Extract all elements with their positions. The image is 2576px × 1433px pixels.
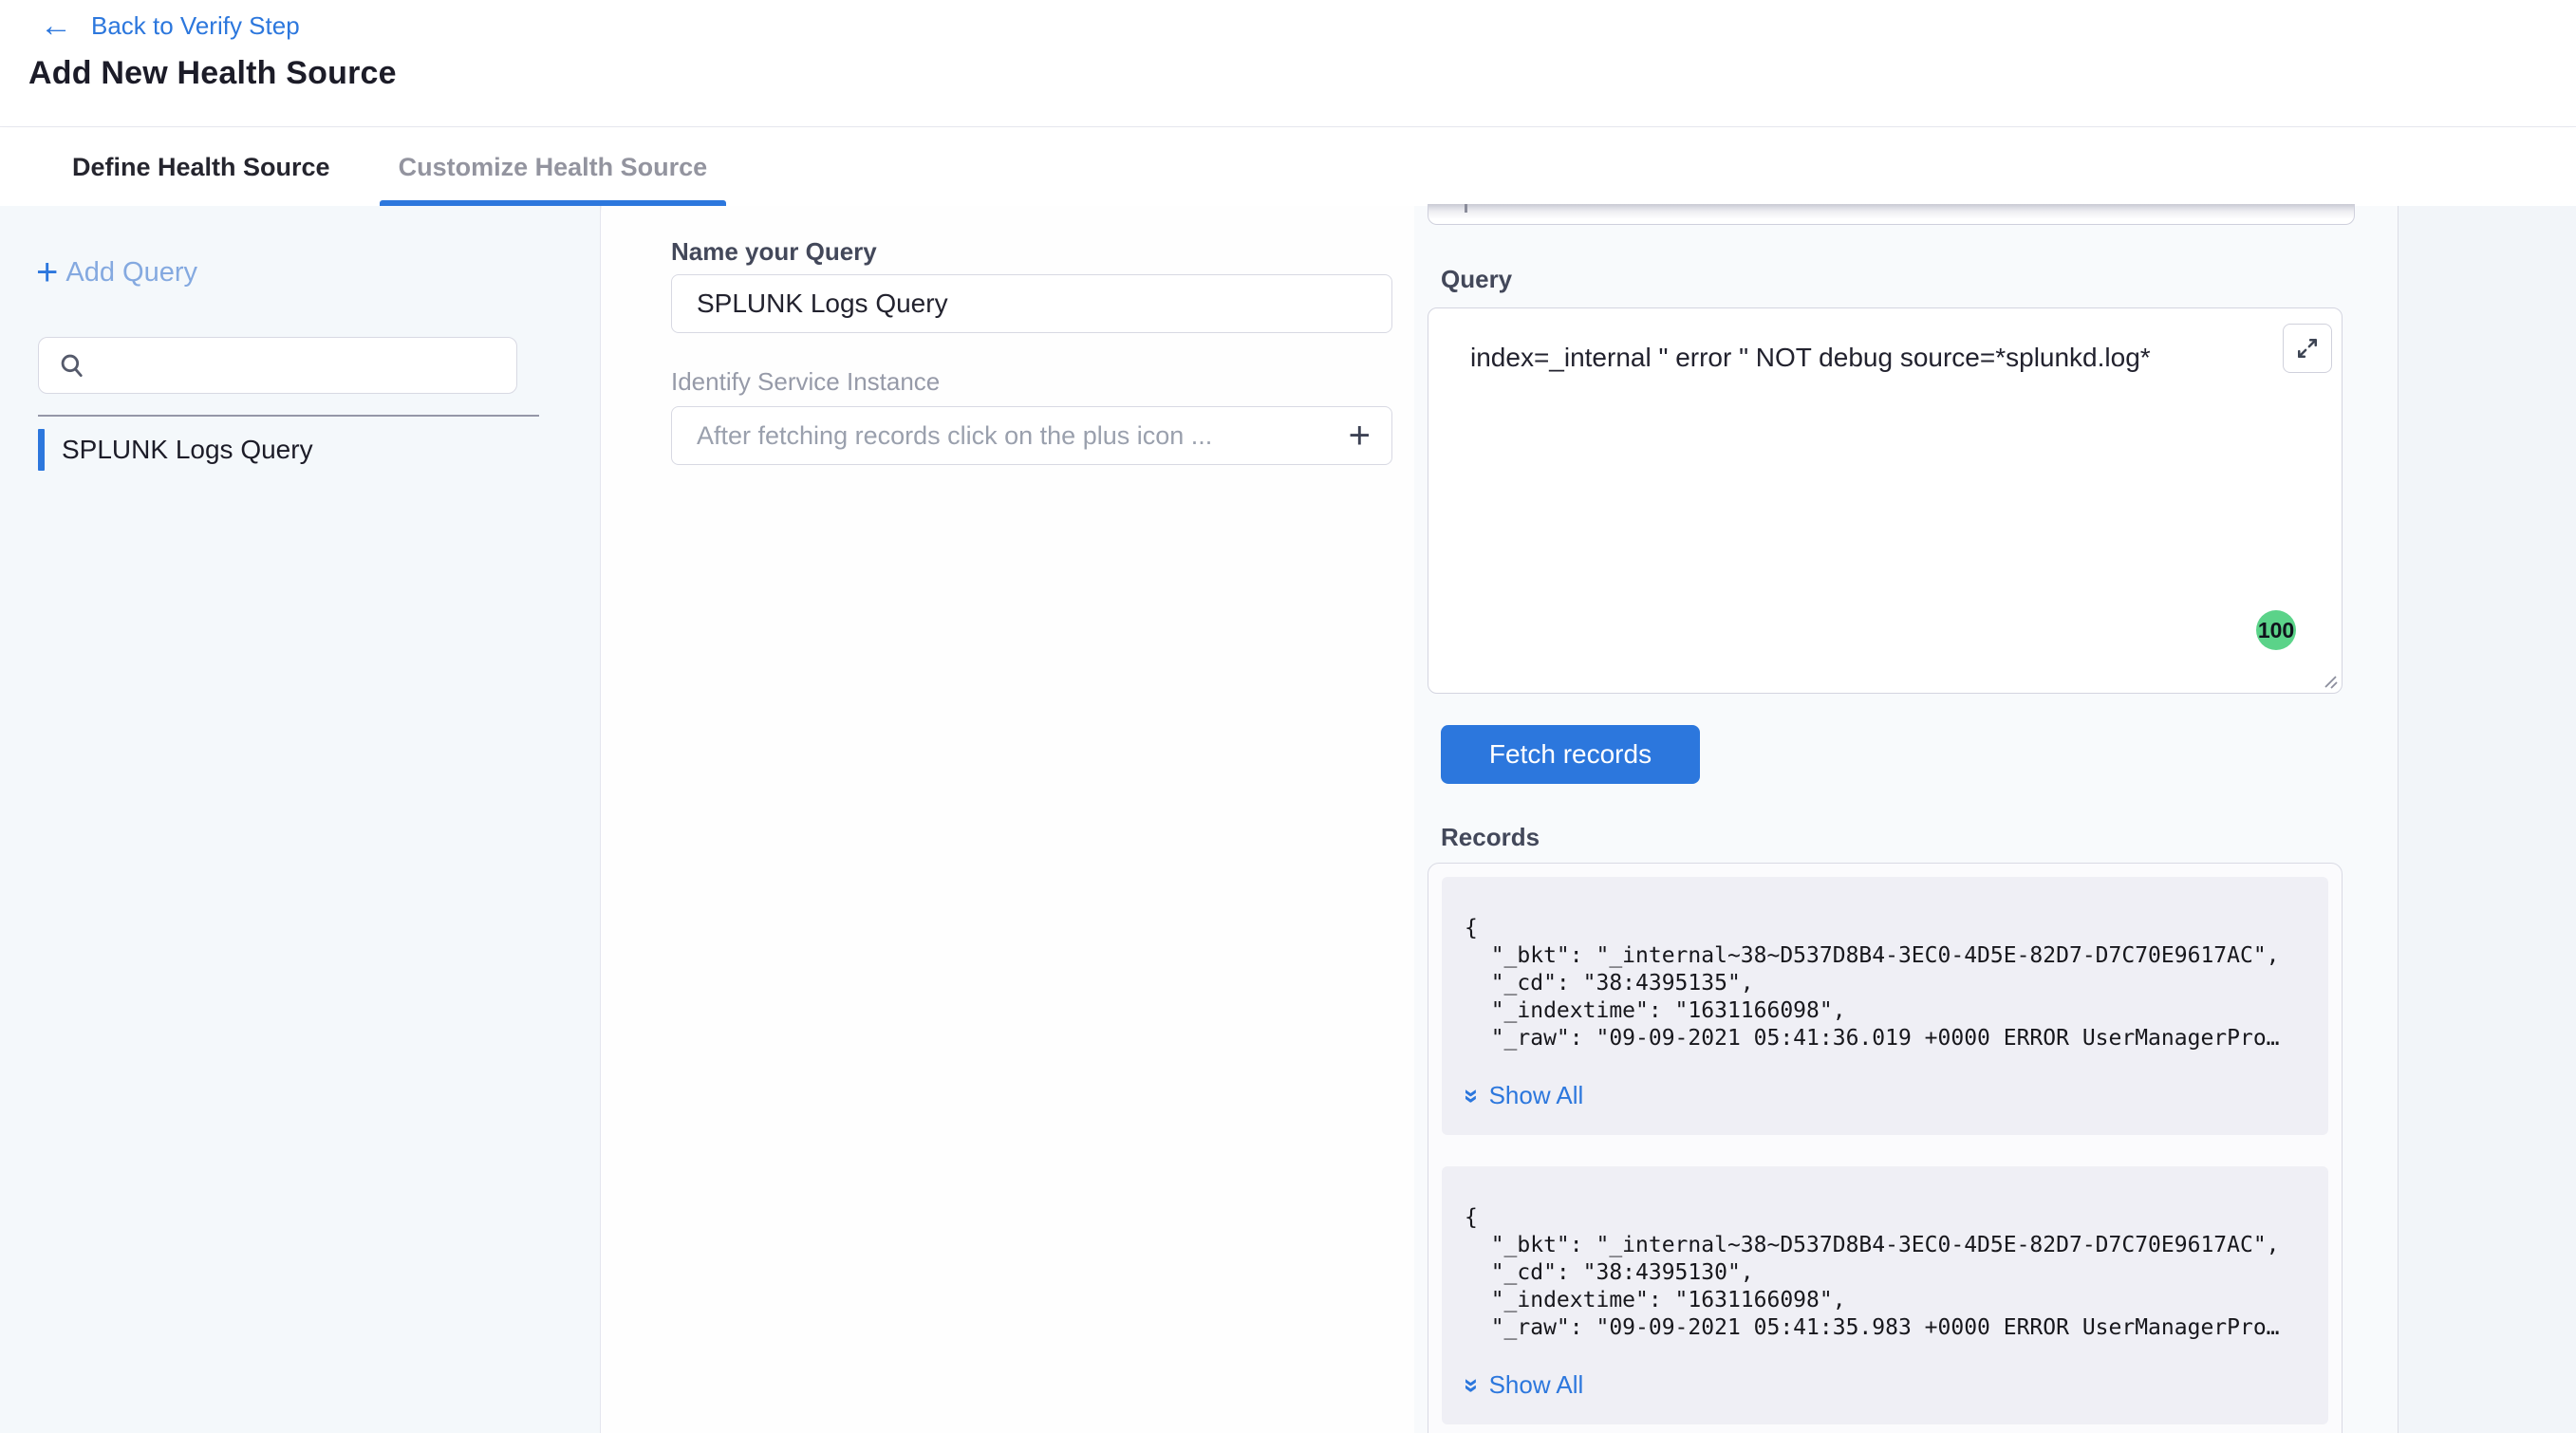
query-editor[interactable]: index=_internal " error " NOT debug sour… [1428, 307, 2343, 694]
tab-label: Define Health Source [72, 153, 330, 182]
service-instance-placeholder: After fetching records click on the plus… [697, 421, 1349, 451]
back-link-label: Back to Verify Step [91, 11, 300, 41]
page-background-margin [2398, 206, 2576, 1433]
search-icon [56, 349, 88, 382]
show-all-link[interactable]: » Show All [1465, 1081, 2305, 1110]
add-query-label: Add Query [65, 257, 197, 288]
query-label: Query [1441, 265, 1512, 294]
record-json-line: "_cd": "38:4395130", [1465, 1259, 2305, 1287]
query-name-value: SPLUNK Logs Query [697, 288, 948, 319]
drawer-header: ← Back to Verify Step Add New Health Sou… [0, 0, 2576, 127]
query-list-item-splunk-logs-query[interactable]: SPLUNK Logs Query [38, 429, 313, 471]
query-item-label: SPLUNK Logs Query [62, 435, 313, 465]
service-instance-input[interactable]: After fetching records click on the plus… [671, 406, 1392, 465]
record-json-line: "_bkt": "_internal~38~D537D8B4-3EC0-4D5E… [1465, 1232, 2305, 1259]
record-card: { "_bkt": "_internal~38~D537D8B4-3EC0-4D… [1442, 877, 2328, 1135]
tab-label: Customize Health Source [399, 153, 708, 182]
tab-define-health-source[interactable]: Define Health Source [55, 128, 347, 206]
back-arrow-icon: ← [40, 9, 72, 42]
show-all-label: Show All [1489, 1081, 1584, 1110]
query-name-input[interactable]: SPLUNK Logs Query [671, 274, 1392, 333]
plus-icon: + [36, 255, 58, 289]
show-all-link[interactable]: » Show All [1465, 1370, 2305, 1400]
query-sidebar: + Add Query SPLUNK Logs Query [0, 206, 601, 1433]
record-json-line: { [1465, 915, 2305, 942]
resize-handle[interactable] [2316, 667, 2339, 690]
service-instance-label: Identify Service Instance [671, 367, 940, 397]
name-query-label: Name your Query [671, 237, 877, 267]
records-label: Records [1441, 823, 1540, 852]
add-health-source-drawer: ← Back to Verify Step Add New Health Sou… [0, 0, 2576, 1433]
tab-customize-health-source[interactable]: Customize Health Source [382, 128, 725, 206]
query-text: index=_internal " error " NOT debug sour… [1470, 343, 2151, 373]
record-json-line: "_indextime": "1631166098", [1465, 997, 2305, 1025]
record-json-line: "_indextime": "1631166098", [1465, 1287, 2305, 1314]
record-json-line: "_raw": "09-09-2021 05:41:35.983 +0000 E… [1465, 1314, 2305, 1342]
search-input[interactable] [100, 351, 498, 381]
record-card: { "_bkt": "_internal~38~D537D8B4-3EC0-4D… [1442, 1166, 2328, 1424]
expand-query-button[interactable] [2283, 324, 2332, 373]
clipped-cursor [1465, 204, 1467, 213]
record-json-line: { [1465, 1204, 2305, 1232]
records-container: { "_bkt": "_internal~38~D537D8B4-3EC0-4D… [1428, 863, 2343, 1433]
add-query-button[interactable]: + Add Query [36, 255, 197, 289]
double-chevron-down-icon: » [1462, 1089, 1483, 1104]
record-json-line: "_bkt": "_internal~38~D537D8B4-3EC0-4D5E… [1465, 942, 2305, 970]
record-count-badge: 100 [2256, 610, 2296, 650]
clipped-input-above[interactable] [1428, 204, 2355, 225]
double-chevron-down-icon: » [1462, 1378, 1483, 1393]
expand-icon [2293, 334, 2322, 363]
record-json-line: "_raw": "09-09-2021 05:41:36.019 +0000 E… [1465, 1025, 2305, 1052]
page-title: Add New Health Source [28, 55, 397, 92]
sidebar-divider [38, 415, 539, 417]
add-service-instance-plus-icon[interactable]: + [1349, 419, 1371, 453]
query-results-panel: Query index=_internal " error " NOT debu… [1414, 206, 2398, 1433]
selected-indicator-bar [38, 429, 45, 471]
fetch-records-button[interactable]: Fetch records [1441, 725, 1700, 784]
drawer-content: + Add Query SPLUNK Logs Query Name your … [0, 206, 2576, 1433]
record-json-line: "_cd": "38:4395135", [1465, 970, 2305, 997]
query-mapping-panel: Name your Query SPLUNK Logs Query Identi… [602, 206, 1414, 1433]
query-search-box[interactable] [38, 337, 517, 394]
show-all-label: Show All [1489, 1370, 1584, 1400]
tab-bar: Define Health Source Customize Health So… [0, 128, 2576, 206]
back-link[interactable]: ← Back to Verify Step [40, 9, 300, 42]
